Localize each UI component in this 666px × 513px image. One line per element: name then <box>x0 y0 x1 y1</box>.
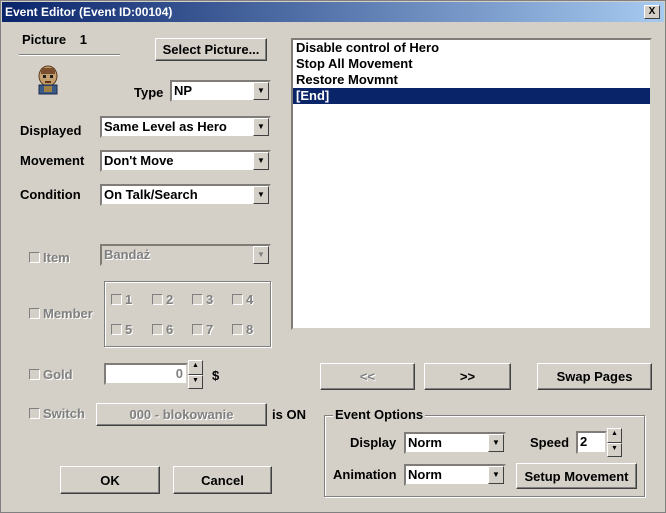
gold-unit: $ <box>212 368 220 383</box>
gold-input[interactable]: 0 <box>104 363 188 385</box>
display-select[interactable]: Norm ▼ <box>404 432 506 454</box>
character-sprite[interactable] <box>32 63 64 95</box>
type-select[interactable]: NP ▼ <box>170 80 271 102</box>
displayed-select[interactable]: Same Level as Hero ▼ <box>100 116 271 138</box>
member-checkbox[interactable] <box>29 308 40 319</box>
display-label: Display <box>350 435 397 450</box>
select-picture-button[interactable]: Select Picture... <box>155 38 267 61</box>
picture-number: 1 <box>79 32 87 47</box>
member-slot-7-label: 7 <box>206 322 214 337</box>
speed-label: Speed <box>530 435 570 450</box>
chevron-down-icon[interactable]: ▼ <box>253 118 269 136</box>
close-icon: X <box>648 6 656 17</box>
picture-label: Picture 1 <box>22 32 87 47</box>
list-item-selected[interactable]: [End] <box>293 88 650 104</box>
member-slot-2-label: 2 <box>166 292 174 307</box>
member-slot-1-checkbox[interactable] <box>111 294 122 305</box>
animation-select[interactable]: Norm ▼ <box>404 464 506 486</box>
gold-stepper[interactable]: ▲ ▼ <box>188 360 203 389</box>
command-list[interactable]: Disable control of Hero Stop All Movemen… <box>291 38 652 330</box>
ok-button[interactable]: OK <box>60 466 160 494</box>
switch-suffix: is ON <box>272 407 306 422</box>
type-label: Type <box>134 85 164 100</box>
stepper-up-icon[interactable]: ▲ <box>188 360 203 375</box>
member-slots-group: 1 2 3 4 5 6 7 8 <box>104 281 271 347</box>
item-checkbox[interactable] <box>29 252 40 263</box>
member-slot-4-checkbox[interactable] <box>232 294 243 305</box>
window-title: Event Editor (Event ID:00104) <box>5 5 173 19</box>
member-slot-7-checkbox[interactable] <box>192 324 203 335</box>
member-slot-3-label: 3 <box>206 292 214 307</box>
switch-label: Switch <box>43 406 85 421</box>
list-item[interactable]: Disable control of Hero <box>293 40 650 56</box>
item-select[interactable]: Bandaż ▼ <box>100 244 271 266</box>
swap-pages-button[interactable]: Swap Pages <box>537 363 652 390</box>
member-label: Member <box>43 306 93 321</box>
setup-movement-button[interactable]: Setup Movement <box>516 463 637 489</box>
switch-select-button[interactable]: 000 - blokowanie <box>96 403 267 426</box>
title-bar: Event Editor (Event ID:00104) X <box>2 2 664 22</box>
member-slot-5-checkbox[interactable] <box>111 324 122 335</box>
item-label: Item <box>43 250 70 265</box>
event-editor-window: Event Editor (Event ID:00104) X Picture … <box>0 0 666 513</box>
gold-label: Gold <box>43 367 73 382</box>
event-options-title: Event Options <box>333 407 426 422</box>
list-item[interactable]: Restore Movmnt <box>293 72 650 88</box>
member-slot-6-label: 6 <box>166 322 174 337</box>
member-slot-1-label: 1 <box>125 292 133 307</box>
member-slot-2-checkbox[interactable] <box>152 294 163 305</box>
member-slot-8-label: 8 <box>246 322 254 337</box>
speed-input[interactable]: 2 <box>576 431 607 454</box>
prev-page-button[interactable]: << <box>320 363 415 390</box>
close-button[interactable]: X <box>644 5 660 19</box>
displayed-label: Displayed <box>20 123 82 138</box>
member-slot-6-checkbox[interactable] <box>152 324 163 335</box>
member-slot-4-label: 4 <box>246 292 254 307</box>
member-slot-3-checkbox[interactable] <box>192 294 203 305</box>
chevron-down-icon[interactable]: ▼ <box>253 186 269 204</box>
chevron-down-icon[interactable]: ▼ <box>253 246 269 264</box>
speed-stepper[interactable]: ▲ ▼ <box>607 428 622 457</box>
animation-label: Animation <box>333 467 397 482</box>
picture-divider <box>19 54 120 56</box>
stepper-down-icon[interactable]: ▼ <box>607 442 622 457</box>
stepper-up-icon[interactable]: ▲ <box>607 428 622 443</box>
member-slot-8-checkbox[interactable] <box>232 324 243 335</box>
movement-label: Movement <box>20 153 85 168</box>
chevron-down-icon[interactable]: ▼ <box>253 152 269 170</box>
chevron-down-icon[interactable]: ▼ <box>488 466 504 484</box>
next-page-button[interactable]: >> <box>424 363 511 390</box>
movement-select[interactable]: Don't Move ▼ <box>100 150 271 172</box>
condition-select[interactable]: On Talk/Search ▼ <box>100 184 271 206</box>
gold-checkbox[interactable] <box>29 369 40 380</box>
chevron-down-icon[interactable]: ▼ <box>253 82 269 100</box>
chevron-down-icon[interactable]: ▼ <box>488 434 504 452</box>
cancel-button[interactable]: Cancel <box>173 466 272 494</box>
stepper-down-icon[interactable]: ▼ <box>188 374 203 389</box>
list-item[interactable]: Stop All Movement <box>293 56 650 72</box>
condition-label: Condition <box>20 187 81 202</box>
member-slot-5-label: 5 <box>125 322 133 337</box>
switch-checkbox[interactable] <box>29 408 40 419</box>
